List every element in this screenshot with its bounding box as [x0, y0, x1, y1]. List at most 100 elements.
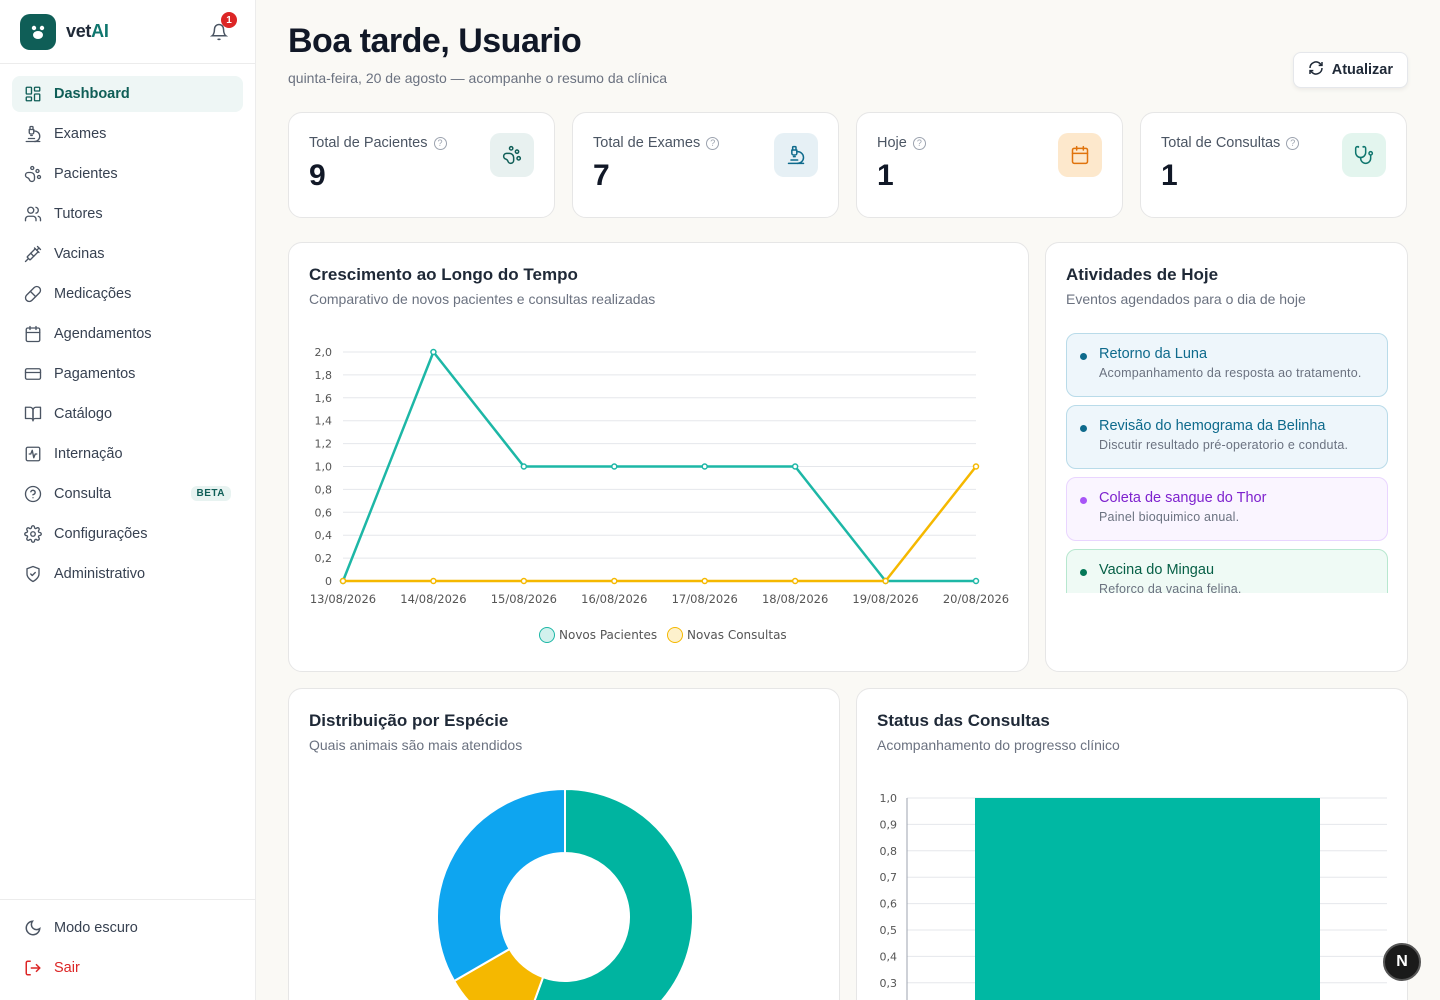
- notification-badge: 1: [221, 12, 237, 28]
- y-tick-label: 0,5: [880, 924, 898, 937]
- y-tick-label: 0,7: [880, 871, 898, 884]
- activity-title: Coleta de sangue do Thor: [1099, 490, 1267, 506]
- main-content: Boa tarde, Usuario quinta-feira, 20 de a…: [288, 0, 1408, 1000]
- legend-label[interactable]: Novas Consultas: [687, 628, 787, 642]
- stat-card: Hoje? 1: [856, 112, 1123, 218]
- sidebar-item-agendamentos[interactable]: Agendamentos: [12, 316, 243, 352]
- paw-icon: [24, 165, 42, 183]
- data-point[interactable]: [339, 577, 347, 585]
- x-tick-label: 20/08/2026: [943, 592, 1009, 606]
- x-tick-label: 19/08/2026: [852, 592, 918, 606]
- help-circle-icon: [24, 485, 42, 503]
- bar[interactable]: [975, 798, 1320, 1000]
- y-tick-label: 0,9: [880, 818, 898, 831]
- sidebar-item-dashboard[interactable]: Dashboard: [12, 76, 243, 112]
- sidebar: vetAI 1 Dashboard Exames Pacientes Tutores V…: [0, 0, 256, 1000]
- sidebar-item-tutores[interactable]: Tutores: [12, 196, 243, 232]
- data-point[interactable]: [611, 577, 618, 585]
- activity-item[interactable]: Vacina do Mingau Reforço da vacina felina…: [1066, 549, 1388, 593]
- y-tick-label: 0,8: [880, 845, 898, 858]
- activity-title: Retorno da Luna: [1099, 346, 1208, 362]
- y-tick-label: 2,0: [315, 346, 333, 359]
- activity-description: Acompanhamento da resposta ao tratamento…: [1099, 366, 1362, 380]
- y-tick-label: 1,0: [315, 461, 333, 474]
- logout-button[interactable]: Sair: [12, 950, 243, 986]
- legend-label[interactable]: Novos Pacientes: [559, 628, 657, 642]
- shield-icon: [24, 565, 42, 583]
- data-point[interactable]: [791, 463, 799, 470]
- activities-card: Atividades de Hoje Eventos agendados par…: [1045, 242, 1408, 672]
- data-point[interactable]: [611, 463, 618, 470]
- legend-swatch: [539, 627, 555, 643]
- data-point[interactable]: [520, 463, 528, 470]
- activity-title: Revisão do hemograma da Belinha: [1099, 418, 1326, 434]
- dark-mode-toggle[interactable]: Modo escuro: [12, 910, 243, 946]
- sidebar-item-exames[interactable]: Exames: [12, 116, 243, 152]
- activity-item[interactable]: Revisão do hemograma da Belinha Discutir …: [1066, 405, 1388, 469]
- sidebar-item-catalogo[interactable]: Catálogo: [12, 396, 243, 432]
- help-icon[interactable]: ?: [912, 136, 926, 150]
- data-point[interactable]: [520, 577, 528, 585]
- refresh-button[interactable]: Atualizar: [1292, 52, 1408, 88]
- sidebar-item-consulta[interactable]: Consulta BETA: [12, 476, 243, 512]
- y-tick-label: 1,6: [315, 392, 333, 405]
- activity-item[interactable]: Retorno da Luna Acompanhamento da respost…: [1066, 333, 1388, 397]
- data-point[interactable]: [882, 577, 889, 585]
- sidebar-item-vacinas[interactable]: Vacinas: [12, 236, 243, 272]
- y-tick-label: 0,6: [315, 506, 333, 519]
- logo-paw-icon[interactable]: [20, 13, 56, 50]
- data-point[interactable]: [430, 577, 437, 585]
- data-point[interactable]: [701, 463, 708, 470]
- stethoscope-icon: [1342, 133, 1386, 177]
- activity-dot: [1080, 353, 1087, 360]
- sidebar-item-label: Catálogo: [54, 406, 113, 422]
- app-name: vetAI: [66, 21, 109, 41]
- stat-label: Total de Exames: [593, 135, 701, 151]
- x-tick-label: 15/08/2026: [491, 592, 557, 606]
- stat-label: Total de Consultas: [1161, 135, 1281, 151]
- sidebar-item-label: Configurações: [54, 526, 148, 542]
- sidebar-item-label: Internação: [54, 446, 123, 462]
- activities-list: Retorno da Luna Acompanhamento da respost…: [1066, 333, 1388, 593]
- help-icon[interactable]: ?: [706, 136, 720, 150]
- refresh-icon: [1308, 60, 1324, 80]
- sidebar-item-label: Consulta: [54, 486, 112, 502]
- y-tick-label: 1,2: [315, 438, 333, 451]
- sidebar-item-label: Administrativo: [54, 566, 146, 582]
- syringe-icon: [24, 245, 42, 263]
- grid-icon: [24, 85, 42, 103]
- activity-description: Painel bioquimico anual.: [1099, 510, 1240, 524]
- data-point[interactable]: [972, 463, 980, 470]
- data-point[interactable]: [701, 577, 708, 585]
- users-icon: [24, 205, 42, 223]
- sidebar-item-administrativo[interactable]: Administrativo: [12, 556, 243, 592]
- activity-item[interactable]: Coleta de sangue do Thor Painel bioquimic…: [1066, 477, 1388, 541]
- sidebar-item-pagamentos[interactable]: Pagamentos: [12, 356, 243, 392]
- help-icon[interactable]: ?: [1286, 136, 1300, 150]
- y-tick-label: 0,8: [315, 483, 333, 496]
- floating-n-button[interactable]: N: [1383, 943, 1421, 981]
- sidebar-item-label: Medicações: [54, 286, 132, 302]
- beta-badge: BETA: [190, 486, 231, 501]
- sidebar-item-label: Pacientes: [54, 166, 118, 182]
- legend-swatch: [667, 627, 683, 643]
- data-point[interactable]: [972, 577, 980, 585]
- sidebar-item-pacientes[interactable]: Pacientes: [12, 156, 243, 192]
- sidebar-item-label: Tutores: [54, 206, 103, 222]
- y-tick-label: 0,4: [315, 529, 333, 542]
- moon-icon: [24, 919, 42, 937]
- x-tick-label: 14/08/2026: [400, 592, 466, 606]
- sidebar-item-configuracoes[interactable]: Configurações: [12, 516, 243, 552]
- activity-dot: [1080, 425, 1087, 432]
- activities-subtitle: Eventos agendados para o dia de hoje: [1066, 291, 1306, 307]
- sidebar-item-medicacoes[interactable]: Medicações: [12, 276, 243, 312]
- refresh-label: Atualizar: [1331, 62, 1393, 78]
- x-tick-label: 13/08/2026: [310, 592, 376, 606]
- sidebar-item-label: Exames: [54, 126, 107, 142]
- data-point[interactable]: [791, 577, 799, 585]
- data-point[interactable]: [430, 348, 437, 356]
- help-icon[interactable]: ?: [433, 136, 447, 150]
- pie-slice[interactable]: [436, 787, 566, 983]
- sidebar-item-internacao[interactable]: Internação: [12, 436, 243, 472]
- page-title: Boa tarde, Usuario: [288, 22, 582, 60]
